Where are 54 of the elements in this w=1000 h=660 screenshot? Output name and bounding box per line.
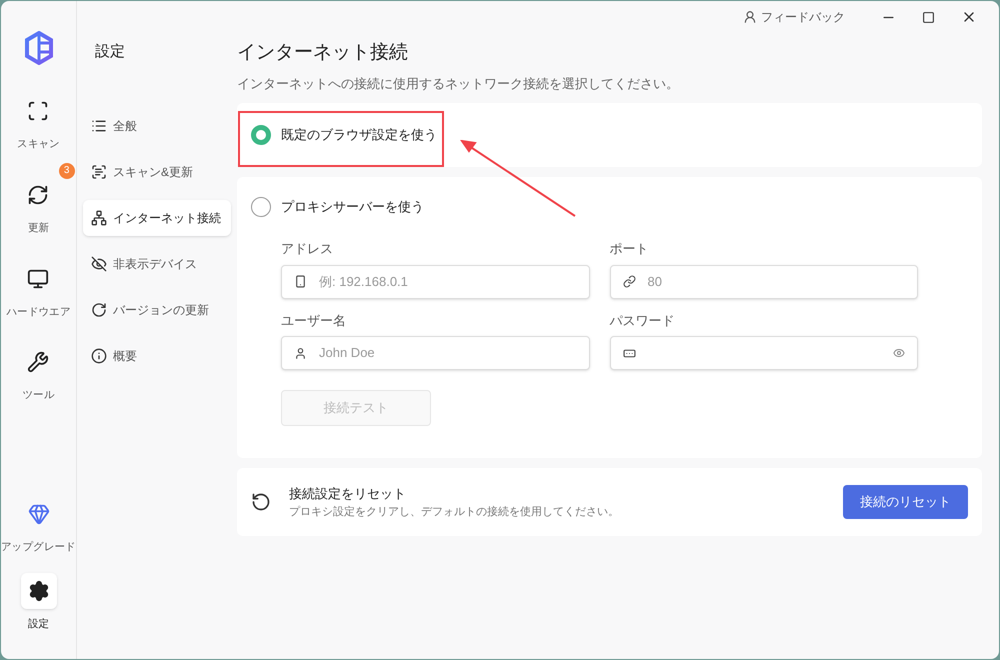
field-label: ポート bbox=[610, 240, 650, 258]
settings-nav-item[interactable]: スキャン&更新 bbox=[83, 154, 231, 190]
hardware-icon bbox=[27, 268, 50, 290]
feedback-button[interactable]: フィードバック bbox=[743, 8, 845, 26]
settings-nav-item[interactable]: 概要 bbox=[83, 338, 231, 374]
rail-item[interactable]: 設定 bbox=[1, 569, 76, 637]
port-icon bbox=[622, 275, 636, 288]
user-icon bbox=[294, 346, 307, 360]
general-icon bbox=[91, 118, 107, 134]
hidden-icon bbox=[91, 256, 107, 272]
radio-label: 既定のブラウザ設定を使う bbox=[281, 126, 437, 144]
settings-nav-item[interactable]: バージョンの更新 bbox=[83, 292, 231, 328]
update-icon bbox=[27, 184, 50, 206]
rail-label: 更新 bbox=[28, 220, 50, 236]
rail-label: ツール bbox=[22, 388, 55, 404]
internet-icon bbox=[91, 210, 107, 226]
scan-icon bbox=[27, 100, 50, 122]
address-icon bbox=[294, 275, 307, 288]
settings-title: 設定 bbox=[94, 42, 126, 62]
app-logo bbox=[24, 31, 54, 65]
rail-item[interactable]: ハードウエア bbox=[6, 256, 71, 324]
settings-nav-item[interactable]: 全般 bbox=[83, 108, 231, 144]
user-icon bbox=[743, 10, 757, 24]
rail-item[interactable]: アップグレード bbox=[1, 492, 76, 560]
rail-label: アップグレード bbox=[1, 540, 76, 554]
version-icon bbox=[91, 302, 107, 318]
reset-title: 接続設定をリセット bbox=[289, 485, 407, 503]
scan-icon bbox=[91, 164, 107, 180]
rail-label: 設定 bbox=[28, 617, 50, 632]
page-title: インターネット接続 bbox=[237, 41, 409, 65]
tools-icon bbox=[27, 351, 50, 374]
rail-label: ハードウエア bbox=[6, 304, 71, 320]
password-icon bbox=[622, 346, 636, 360]
field-label: アドレス bbox=[281, 240, 334, 258]
radio-button[interactable] bbox=[251, 197, 271, 217]
count-badge: 3 bbox=[58, 162, 75, 179]
field-label: ユーザー名 bbox=[281, 312, 347, 330]
maximize-icon[interactable] bbox=[922, 10, 935, 24]
rail-label: スキャン bbox=[17, 137, 60, 152]
eye-icon[interactable] bbox=[893, 347, 905, 359]
about-icon bbox=[91, 348, 107, 364]
settings-nav-item[interactable]: 非表示デバイス bbox=[83, 246, 231, 282]
reset-button[interactable]: 接続のリセット bbox=[843, 485, 968, 519]
page-subtitle: インターネットへの接続に使用するネットワーク接続を選択してください。 bbox=[237, 74, 680, 92]
radio-button[interactable] bbox=[251, 125, 271, 145]
reset-icon bbox=[251, 492, 271, 512]
rail-item[interactable]: ツール bbox=[6, 340, 71, 408]
radio-label: プロキシサーバーを使う bbox=[281, 198, 424, 216]
upgrade-icon bbox=[28, 502, 50, 524]
settings-nav-item[interactable]: インターネット接続 bbox=[83, 200, 231, 236]
field-label: パスワード bbox=[610, 312, 676, 330]
input-field[interactable] bbox=[610, 336, 918, 370]
reset-description: プロキシ設定をクリアし、デフォルトの接続を使用してください。 bbox=[289, 504, 620, 520]
rail-item[interactable]: スキャン bbox=[6, 89, 71, 157]
